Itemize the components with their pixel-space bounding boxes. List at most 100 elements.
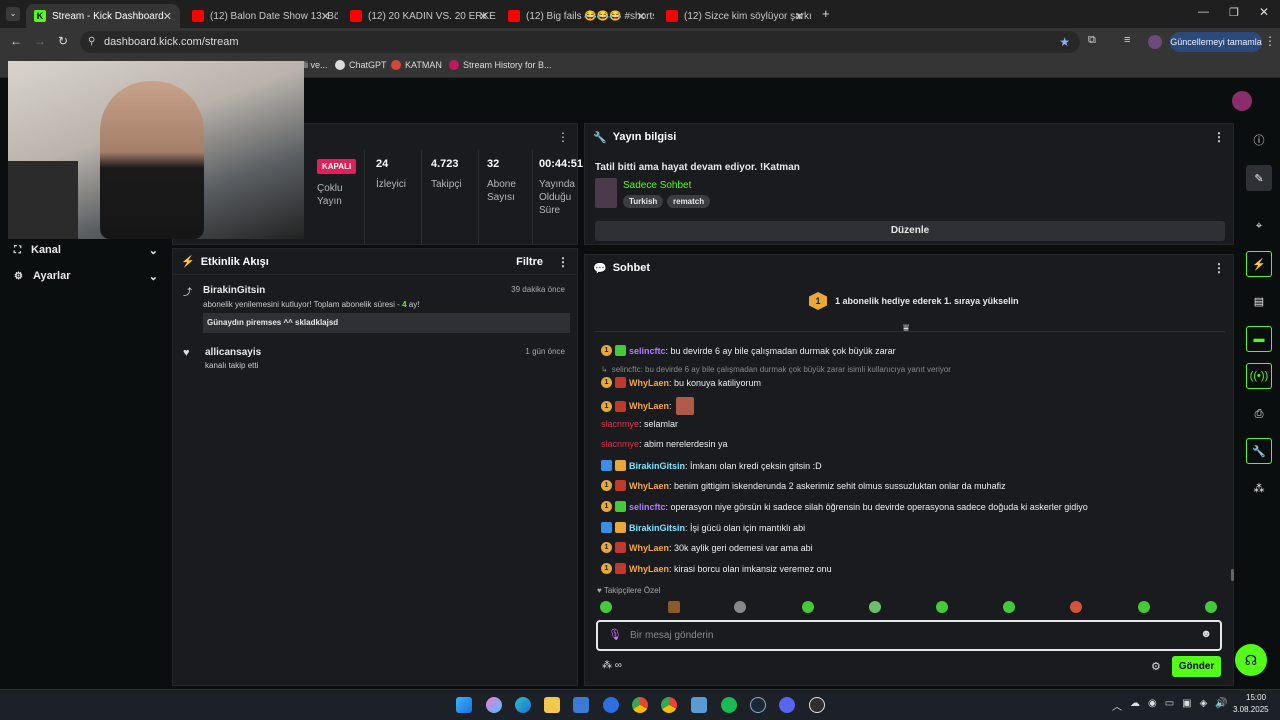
close-tab-icon[interactable]: ✕ — [321, 10, 330, 23]
steam-icon[interactable] — [750, 697, 766, 713]
profile-avatar[interactable] — [1148, 35, 1162, 49]
discord-icon[interactable] — [779, 697, 795, 713]
close-tab-icon[interactable]: ✕ — [637, 10, 646, 23]
chat-username[interactable]: selincftc — [629, 346, 666, 356]
chat-username[interactable]: BirakinGitsin — [629, 523, 685, 533]
microphone-icon[interactable]: 🎙 — [608, 628, 622, 641]
support-headset-button[interactable]: ☊ — [1235, 644, 1267, 676]
chat-settings-icon[interactable]: ⚙ — [1151, 660, 1161, 673]
forward-icon[interactable]: → — [34, 34, 46, 48]
back-icon[interactable]: ← — [10, 34, 22, 48]
tab-youtube-4[interactable]: (12) Sizce kim söylüyor şarkıyı ? ✕ — [658, 4, 812, 28]
bookmark-stream-history[interactable]: Stream History for B... — [449, 60, 552, 70]
wrench-tool-icon[interactable]: 🔧 — [1246, 438, 1272, 464]
pin-divider-icon[interactable]: ⩸ — [903, 323, 909, 334]
url-field[interactable]: ⚲ dashboard.kick.com/stream ★ — [80, 31, 1080, 53]
edge-icon[interactable] — [515, 697, 531, 713]
chat-username[interactable]: WhyLaen — [629, 378, 669, 388]
tab-youtube-2[interactable]: (12) 20 KADIN VS. 20 ERKEK | G ✕ — [342, 4, 496, 28]
emote-icon[interactable] — [734, 601, 746, 613]
emote-icon[interactable] — [668, 601, 680, 613]
tab-list-icon[interactable]: ⌄ — [6, 7, 20, 21]
calculator-icon[interactable] — [573, 697, 589, 713]
reload-icon[interactable]: ↻ — [58, 34, 68, 48]
bookmark-chatgpt[interactable]: ChatGPT — [335, 60, 387, 70]
close-tab-icon[interactable]: ✕ — [479, 10, 488, 23]
cluster-icon[interactable]: ⁂ — [1246, 475, 1272, 501]
more-options-icon[interactable]: ⋮ — [557, 130, 569, 144]
chat-tools-icon[interactable]: ⁂ ∞ — [602, 660, 622, 671]
chat-username[interactable]: slacnmye — [601, 439, 639, 449]
chat-tool-icon[interactable]: ▬ — [1246, 326, 1272, 352]
emote-icon[interactable] — [936, 601, 948, 613]
tab-youtube-3[interactable]: (12) Big fails 😂😂😂 #shorts ✕ — [500, 4, 654, 28]
edit-pencil-icon[interactable]: ✎ — [1246, 165, 1272, 191]
chat-username[interactable]: selincftc — [629, 502, 666, 512]
sidebar-item-ayarlar[interactable]: ⚙ Ayarlar ⌄ — [14, 268, 164, 284]
chat-username[interactable]: WhyLaen — [629, 543, 669, 553]
info-icon[interactable]: ⓘ — [1246, 127, 1272, 153]
chat-username[interactable]: BirakinGitsin — [629, 461, 685, 471]
app-blue-icon[interactable] — [603, 697, 619, 713]
clock-date[interactable]: 3.08.2025 — [1233, 705, 1269, 714]
emote-icon[interactable] — [1070, 601, 1082, 613]
copilot-icon[interactable] — [486, 697, 502, 713]
chat-input-box[interactable]: 🎙 Bir mesaj gönderin ☻ — [596, 620, 1222, 651]
emote-icon[interactable] — [600, 601, 612, 613]
bookmark-partial[interactable]: li ve... — [304, 60, 328, 70]
restore-button[interactable]: ❐ — [1229, 6, 1239, 19]
gift-banner[interactable]: 1 1 abonelik hediye ederek 1. sıraya yük… — [809, 292, 1019, 310]
chrome-icon[interactable] — [632, 697, 648, 713]
activity-user[interactable]: allicansayis — [205, 347, 261, 358]
media-icon[interactable]: ≡ — [1124, 34, 1130, 46]
bookmark-star-icon[interactable]: ★ — [1059, 31, 1070, 53]
sidebar-item-kanal[interactable]: ⛶ Kanal ⌄ — [14, 242, 164, 258]
chrome-active-icon[interactable] — [661, 697, 677, 713]
obs-icon[interactable] — [809, 697, 825, 713]
clock-time[interactable]: 15:00 — [1246, 693, 1266, 702]
edit-button[interactable]: Düzenle — [595, 221, 1225, 241]
tag-rematch[interactable]: rematch — [667, 195, 711, 208]
broadcast-icon[interactable]: ((•)) — [1246, 363, 1272, 389]
emote-icon[interactable] — [1003, 601, 1015, 613]
browser-menu-icon[interactable]: ⋮ — [1264, 34, 1276, 48]
close-window-button[interactable]: ✕ — [1259, 5, 1269, 19]
filter-button[interactable]: Filtre — [516, 256, 543, 268]
emote-icon[interactable] — [1205, 601, 1217, 613]
tab-youtube-1[interactable]: (12) Balon Date Show 13. Bölüm ✕ — [184, 4, 338, 28]
tray-icons[interactable]: ☁◉▭▣◈🔊 — [1130, 698, 1236, 709]
user-avatar[interactable] — [1232, 91, 1252, 111]
chat-username[interactable]: slacnmye — [601, 419, 639, 429]
close-tab-icon[interactable]: ✕ — [163, 10, 172, 23]
emote-icon[interactable] — [1138, 601, 1150, 613]
chat-username[interactable]: WhyLaen — [629, 481, 669, 491]
site-info-icon[interactable]: ⚲ — [88, 31, 95, 53]
emote-icon[interactable] — [802, 601, 814, 613]
settings-app-icon[interactable] — [691, 697, 707, 713]
tag-turkish[interactable]: Turkish — [623, 195, 664, 208]
chat-scrollbar[interactable] — [1231, 569, 1234, 581]
extensions-icon[interactable]: ⧉ — [1088, 34, 1096, 47]
activity-user[interactable]: BirakinGitsin — [203, 285, 265, 296]
update-button[interactable]: Güncellemeyi tamamla — [1170, 32, 1262, 52]
document-icon[interactable]: ▤ — [1246, 288, 1272, 314]
send-button[interactable]: Gönder — [1172, 656, 1221, 677]
minimize-button[interactable]: — — [1198, 6, 1209, 18]
status-badge[interactable]: KAPALI — [317, 159, 357, 174]
windows-start-icon[interactable] — [456, 697, 472, 713]
more-options-icon[interactable]: ⋮ — [1213, 130, 1225, 144]
more-options-icon[interactable]: ⋮ — [1213, 261, 1225, 275]
emoji-icon[interactable]: ☻ — [1200, 628, 1212, 640]
chat-username[interactable]: WhyLaen — [629, 401, 669, 411]
bookmark-katman[interactable]: KATMAN — [391, 60, 442, 70]
spotify-icon[interactable] — [721, 697, 737, 713]
new-tab-button[interactable]: + — [822, 6, 830, 21]
chat-username[interactable]: WhyLaen — [629, 564, 669, 574]
more-options-icon[interactable]: ⋮ — [557, 255, 569, 269]
screen-capture-icon[interactable]: ⌖ — [1246, 213, 1272, 239]
emote-icon[interactable] — [869, 601, 881, 613]
lightning-tool-icon[interactable]: ⚡ — [1246, 251, 1272, 277]
close-tab-icon[interactable]: ✕ — [795, 10, 804, 23]
tray-chevron-icon[interactable]: ︿ — [1112, 698, 1122, 713]
category-link[interactable]: Sadece Sohbet — [623, 180, 691, 191]
